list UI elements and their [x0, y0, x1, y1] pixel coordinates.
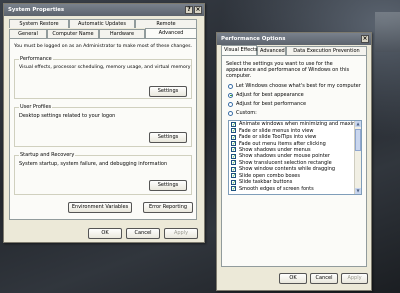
performance-label: Performance: [19, 56, 53, 62]
user-profiles-label: User Profiles: [19, 104, 53, 110]
effect-label: Animate windows when minimizing and maxi…: [239, 121, 362, 128]
scrollbar[interactable]: ▲ ▼: [354, 121, 361, 194]
visual-effects-panel: Select the settings you want to use for …: [221, 55, 367, 267]
effect-label: Slide taskbar buttons: [239, 179, 293, 186]
effect-label: Fade or slide ToolTips into view: [239, 134, 317, 141]
user-profiles-group: User Profiles Desktop settings related t…: [14, 104, 192, 147]
radio-indicator: [228, 92, 233, 98]
performance-settings-button[interactable]: Settings: [149, 86, 187, 97]
scroll-thumb[interactable]: [355, 129, 361, 151]
scroll-down-arrow[interactable]: ▼: [355, 188, 361, 194]
radio-indicator: [228, 110, 233, 116]
tab-data-execution-prevention[interactable]: Data Execution Prevention: [286, 46, 367, 55]
ok-button[interactable]: OK: [88, 228, 122, 239]
tab-automatic-updates[interactable]: Automatic Updates: [69, 19, 135, 28]
startup-recovery-desc: System startup, system failure, and debu…: [19, 161, 168, 167]
radio-custom[interactable]: Custom:: [228, 110, 257, 116]
startup-recovery-label: Startup and Recovery: [19, 152, 76, 158]
tab-general[interactable]: General: [9, 29, 47, 38]
tab-remote[interactable]: Remote: [135, 19, 197, 28]
effect-checkbox[interactable]: ✓: [231, 121, 236, 127]
effect-checkbox[interactable]: ✓: [231, 173, 236, 179]
radio-indicator: [228, 101, 233, 107]
window-title: Performance Options: [221, 36, 286, 42]
effect-label: Fade or slide menus into view: [239, 127, 314, 134]
radio-label: Adjust for best performance: [236, 101, 307, 107]
effect-checkbox[interactable]: ✓: [231, 153, 236, 159]
effect-checkbox[interactable]: ✓: [231, 179, 236, 185]
desktop-icon[interactable]: [375, 12, 400, 52]
tab-row-back: System Restore Automatic Updates Remote: [9, 19, 197, 28]
effect-item[interactable]: ✓ Animate windows when minimizing and max…: [229, 121, 361, 127]
effect-label: Show window contents while dragging: [239, 166, 336, 173]
close-button[interactable]: ×: [361, 35, 369, 43]
effect-label: Smooth edges of screen fonts: [239, 185, 314, 192]
performance-options-titlebar[interactable]: Performance Options ×: [217, 33, 371, 45]
cancel-button[interactable]: Cancel: [310, 273, 338, 284]
radio-best-appearance[interactable]: Adjust for best appearance: [228, 92, 304, 98]
effect-checkbox[interactable]: ✓: [231, 166, 236, 172]
effect-checkbox[interactable]: ✓: [231, 160, 236, 166]
apply-button[interactable]: Apply: [341, 273, 368, 284]
window-title: System Properties: [8, 7, 65, 13]
tab-advanced[interactable]: Advanced: [145, 28, 197, 38]
effects-items: ✓ Animate windows when minimizing and max…: [229, 121, 361, 192]
effect-label: Slide open combo boxes: [239, 172, 300, 179]
tab-hardware[interactable]: Hardware: [99, 29, 145, 38]
radio-let-windows-choose[interactable]: Let Windows choose what's best for my co…: [228, 83, 361, 89]
startup-recovery-group: Startup and Recovery System startup, sys…: [14, 152, 192, 195]
effect-label: Show shadows under mouse pointer: [239, 153, 330, 160]
performance-options-window: Performance Options × Visual Effects Adv…: [216, 32, 372, 291]
radio-label: Let Windows choose what's best for my co…: [236, 83, 361, 89]
error-reporting-button[interactable]: Error Reporting: [143, 202, 193, 213]
effect-label: Show translucent selection rectangle: [239, 159, 332, 166]
radio-label: Adjust for best appearance: [236, 92, 304, 98]
visual-effects-list[interactable]: ✓ Animate windows when minimizing and max…: [228, 120, 362, 195]
advanced-panel: You must be logged on as an Administrato…: [9, 38, 197, 220]
close-button[interactable]: ×: [194, 6, 202, 14]
cancel-button[interactable]: Cancel: [126, 228, 160, 239]
effect-checkbox[interactable]: ✓: [231, 141, 236, 147]
performance-group: Performance Visual effects, processor sc…: [14, 56, 192, 99]
visual-effects-intro: Select the settings you want to use for …: [226, 61, 350, 79]
tab-advanced[interactable]: Advanced: [257, 46, 286, 55]
performance-desc: Visual effects, processor scheduling, me…: [19, 65, 191, 70]
effect-checkbox[interactable]: ✓: [231, 147, 236, 153]
admin-note: You must be logged on as an Administrato…: [14, 44, 193, 49]
radio-best-performance[interactable]: Adjust for best performance: [228, 101, 306, 107]
tab-system-restore[interactable]: System Restore: [9, 19, 69, 28]
help-button[interactable]: ?: [185, 6, 193, 14]
effect-label: Show shadows under menus: [239, 146, 311, 153]
system-properties-window: System Properties ? × System Restore Aut…: [3, 3, 205, 243]
effect-label: Fade out menu items after clicking: [239, 140, 326, 147]
scroll-up-arrow[interactable]: ▲: [355, 121, 361, 127]
system-properties-titlebar[interactable]: System Properties ? ×: [4, 4, 204, 16]
tab-visual-effects[interactable]: Visual Effects: [221, 45, 258, 55]
user-profiles-settings-button[interactable]: Settings: [149, 132, 187, 143]
effect-checkbox[interactable]: ✓: [231, 186, 236, 192]
effect-checkbox[interactable]: ✓: [231, 128, 236, 134]
apply-button[interactable]: Apply: [164, 228, 198, 239]
startup-settings-button[interactable]: Settings: [149, 180, 187, 191]
ok-button[interactable]: OK: [279, 273, 307, 284]
user-profiles-desc: Desktop settings related to your logon: [19, 113, 116, 119]
radio-label: Custom:: [236, 110, 257, 116]
effect-item[interactable]: ✓ Smooth edges of screen fonts: [229, 185, 361, 192]
environment-variables-button[interactable]: Environment Variables: [68, 202, 132, 213]
radio-indicator: [228, 83, 233, 89]
effect-checkbox[interactable]: ✓: [231, 134, 236, 140]
tab-computer-name[interactable]: Computer Name: [47, 29, 99, 38]
